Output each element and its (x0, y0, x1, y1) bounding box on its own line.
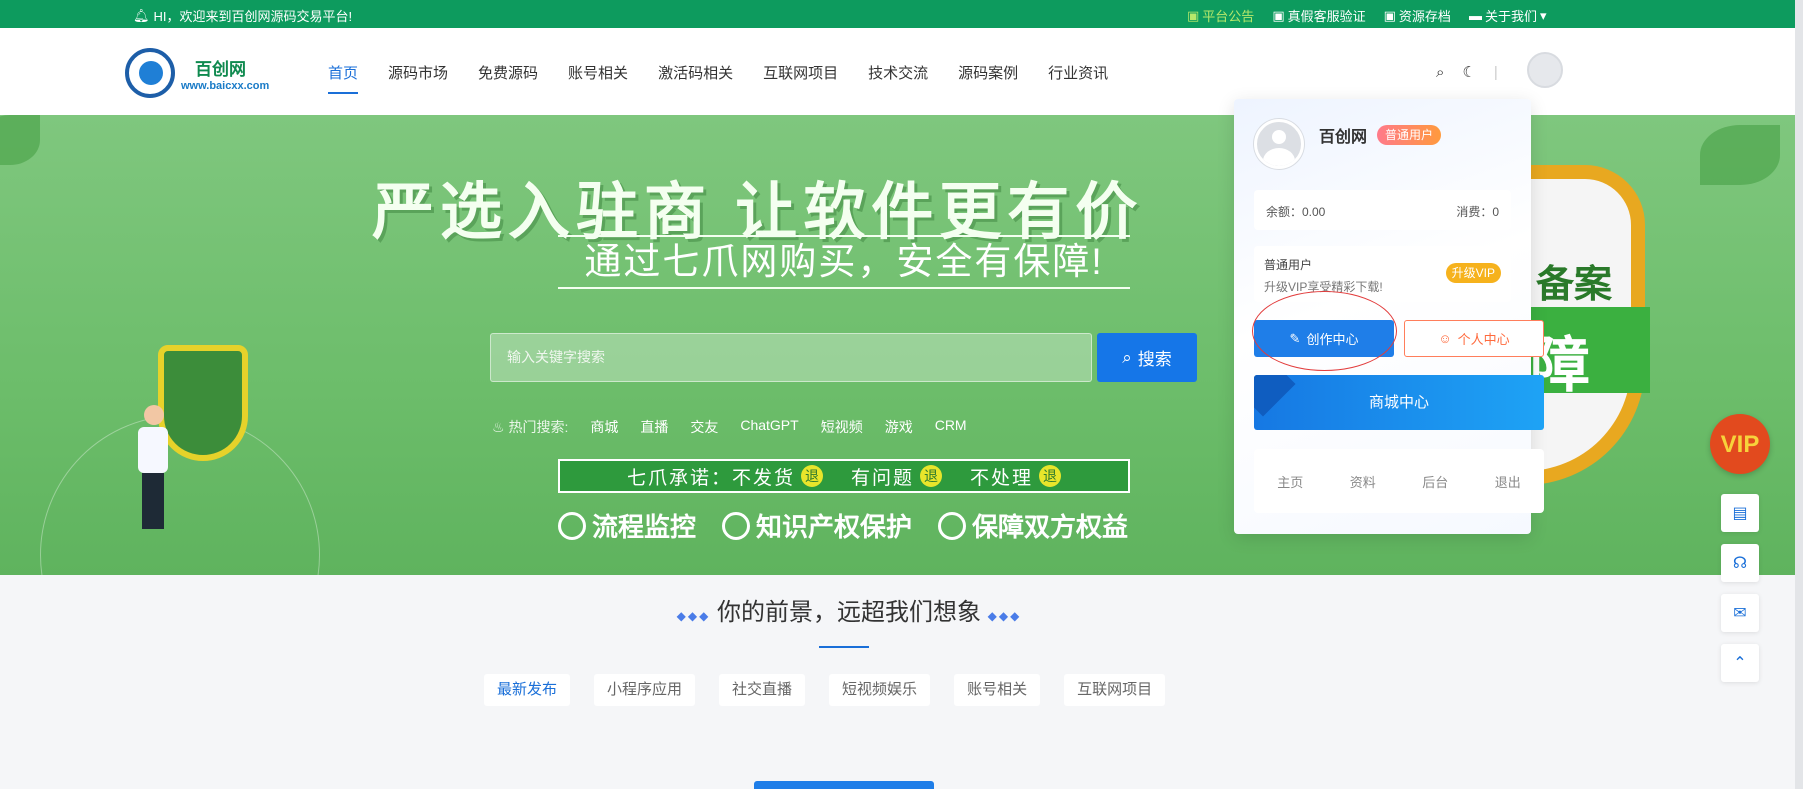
floating-toolbar: ▤ ☊ ✉ ⌃ (1721, 494, 1759, 682)
topbar-links: ▣ 平台公告 ▣ 真假客服验证 ▣ 资源存档 ▬ 关于我们 ▾ (1187, 6, 1546, 25)
shield-icon (938, 511, 967, 540)
highlight-ellipse (1252, 291, 1397, 371)
feature-item: 知识产权保护 (722, 507, 912, 544)
chat-icon[interactable]: ✉ (1721, 594, 1759, 632)
calendar-icon[interactable]: ▤ (1721, 494, 1759, 532)
dropdown-footer: 主页 资料 后台 退出 (1254, 449, 1544, 513)
nav-item-news[interactable]: 行业资讯 (1048, 62, 1108, 83)
nav-item-market[interactable]: 源码市场 (388, 62, 448, 83)
footer-link-home[interactable]: 主页 (1277, 472, 1303, 491)
person-illustration (138, 405, 172, 535)
chevron-down-icon: ▾ (1539, 7, 1547, 23)
tab-latest[interactable]: 最新发布 (484, 674, 571, 706)
personal-center-button[interactable]: ☺ 个人中心 (1404, 320, 1544, 357)
section-underline (819, 646, 869, 648)
gift-icon: ▣ (1383, 7, 1396, 23)
hot-search: ♨ 热门搜索: 商城 直播 交友 ChatGPT 短视频 游戏 CRM (492, 417, 967, 437)
tab-short-video[interactable]: 短视频娱乐 (829, 674, 931, 706)
logo-name: 百创网 (195, 59, 246, 79)
dots-decoration: ◆◆◆ (676, 609, 711, 623)
avatar[interactable] (1527, 52, 1563, 88)
nav-item-cases[interactable]: 源码案例 (958, 62, 1018, 83)
upgrade-vip-button[interactable]: 升级VIP (1445, 263, 1501, 283)
promise-banner: 七爪承诺：不发货退 有问题退 不处理退 (558, 459, 1130, 493)
topbar-link-about[interactable]: ▬ 关于我们 ▾ (1469, 6, 1547, 25)
footer-link-profile[interactable]: 资料 (1350, 472, 1376, 491)
banner-subline: 通过七爪网购买，安全有保障! (558, 235, 1130, 289)
logo-url: www.baicxx.com (181, 79, 270, 92)
nav-item-free[interactable]: 免费源码 (478, 62, 538, 83)
topbar-link-archive[interactable]: ▣ 资源存档 (1384, 6, 1451, 25)
site-logo[interactable]: 百创网 www.baicxx.com (125, 48, 269, 98)
header: 百创网 www.baicxx.com 首页 源码市场 免费源码 账号相关 激活码… (0, 28, 1803, 115)
nav-item-home[interactable]: 首页 (328, 62, 359, 94)
hot-search-item[interactable]: 直播 (640, 417, 668, 437)
tab-social-live[interactable]: 社交直播 (719, 674, 806, 706)
user-icon: ☺ (1438, 331, 1452, 346)
user-stats: 余额：0.00 消费：0 (1254, 190, 1511, 230)
hot-search-item[interactable]: CRM (935, 417, 967, 437)
nav-item-activation[interactable]: 激活码相关 (658, 62, 733, 83)
topbar-link-verify[interactable]: ▣ 真假客服验证 (1272, 6, 1365, 25)
feature-item: 保障双方权益 (938, 507, 1128, 544)
search-icon[interactable]: ⌕ (1436, 64, 1444, 81)
topbar-link-announcement[interactable]: ▣ 平台公告 (1187, 6, 1254, 25)
user-level: 普通用户 (1264, 258, 1313, 272)
hot-search-item[interactable]: 交友 (690, 417, 718, 437)
footer-link-admin[interactable]: 后台 (1422, 472, 1448, 491)
fire-icon: ♨ (492, 419, 505, 435)
leaf-decoration (1700, 125, 1780, 185)
nav-item-tech[interactable]: 技术交流 (868, 62, 928, 83)
user-name: 百创网 (1319, 129, 1368, 146)
header-icons: ⌕ ☾ | (1436, 63, 1498, 82)
user-dropdown: 百创网 普通用户 余额：0.00 消费：0 普通用户 升级VIP享受精彩下载! … (1234, 99, 1544, 534)
content-card-edge (754, 781, 934, 789)
hot-search-item[interactable]: 游戏 (885, 417, 913, 437)
divider: | (1493, 63, 1498, 81)
main-nav: 首页 源码市场 免费源码 账号相关 激活码相关 互联网项目 技术交流 源码案例 … (328, 62, 1108, 94)
feature-item: 流程监控 (558, 507, 696, 544)
diamond-icon (1254, 375, 1296, 417)
spend: 消费：0 (1456, 205, 1499, 219)
gift-icon: ▣ (1187, 7, 1200, 23)
nav-item-internet[interactable]: 互联网项目 (763, 62, 838, 83)
back-to-top-icon[interactable]: ⌃ (1721, 644, 1759, 682)
book-icon: ▬ (1468, 8, 1482, 23)
hot-search-item[interactable]: 商城 (590, 417, 618, 437)
location-icon (558, 511, 586, 540)
search-input[interactable]: 输入关键字搜索 (490, 333, 1092, 382)
tab-accounts[interactable]: 账号相关 (954, 674, 1041, 706)
mall-center-button[interactable]: 商城中心 (1254, 375, 1544, 430)
user-level-badge: 普通用户 (1377, 125, 1442, 145)
search-button[interactable]: ⌕ 搜索 (1097, 333, 1197, 382)
leaf-decoration (0, 115, 40, 165)
avatar[interactable] (1254, 119, 1304, 169)
search-icon: ⌕ (1122, 347, 1132, 367)
scrollbar[interactable] (1795, 0, 1803, 789)
section-title: ◆◆◆ 你的前景，远超我们想象 ◆◆◆ (676, 599, 1022, 626)
feature-list: 流程监控 知识产权保护 保障双方权益 (558, 507, 1128, 544)
tab-internet[interactable]: 互联网项目 (1064, 674, 1166, 706)
hot-search-item[interactable]: 短视频 (821, 417, 863, 437)
nav-item-accounts[interactable]: 账号相关 (568, 62, 628, 83)
vip-panel: 普通用户 升级VIP享受精彩下载! 升级VIP (1254, 246, 1511, 302)
topbar: 🔔︎ HI，欢迎来到百创网源码交易平台! ▣ 平台公告 ▣ 真假客服验证 ▣ 资源存档… (0, 0, 1803, 28)
hot-search-item[interactable]: ChatGPT (740, 417, 798, 437)
balance: 余额：0.00 (1266, 205, 1326, 219)
dots-decoration: ◆◆◆ (987, 609, 1022, 623)
footer-link-logout[interactable]: 退出 (1495, 472, 1521, 491)
headset-icon[interactable]: ☊ (1721, 544, 1759, 582)
tab-miniprogram[interactable]: 小程序应用 (594, 674, 696, 706)
moon-icon[interactable]: ☾ (1462, 63, 1475, 81)
category-tabs: 最新发布 小程序应用 社交直播 短视频娱乐 账号相关 互联网项目 (484, 674, 1166, 706)
bell-icon: 🔔︎ (133, 7, 150, 23)
logo-mark-icon (125, 48, 175, 98)
gift-icon: ▣ (1272, 7, 1285, 23)
registered-icon (722, 511, 751, 540)
welcome-text: 🔔︎ HI，欢迎来到百创网源码交易平台! (133, 7, 353, 25)
vip-float-button[interactable]: VIP (1710, 414, 1770, 474)
